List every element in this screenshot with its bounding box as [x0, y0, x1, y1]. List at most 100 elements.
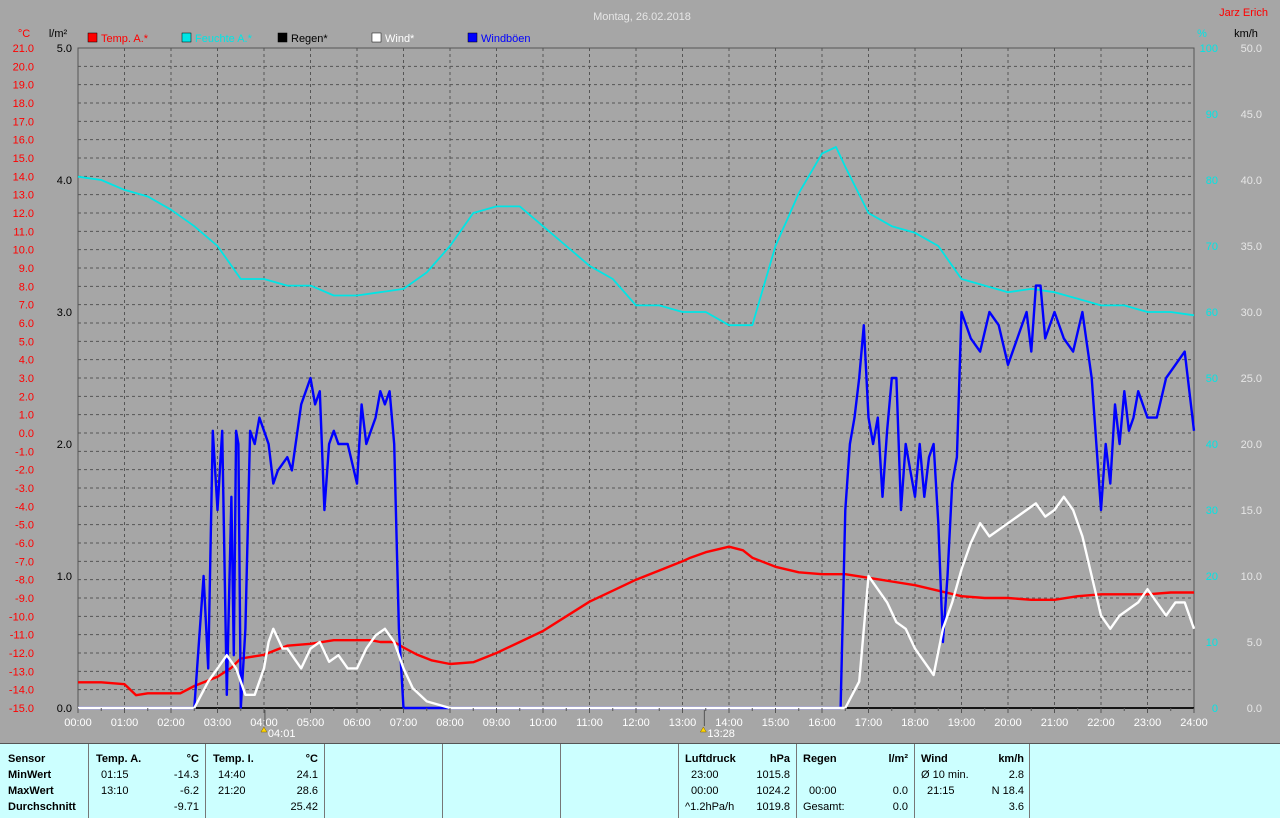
row-label-avg: Durchschnitt [8, 801, 76, 813]
x-tick-label: 24:00 [1180, 717, 1208, 729]
temp-i-min: 24.1 [296, 769, 318, 781]
rain-tick-label: 4.0 [57, 175, 72, 187]
sensor-col: Sensor MinWert MaxWert Durchschnitt [0, 744, 88, 818]
x-tick-label: 13:00 [669, 717, 697, 729]
pressure-avg: 1019.8 [756, 801, 790, 813]
temp-tick-label: 6.0 [19, 318, 34, 330]
humidity-tick-label: 10 [1206, 637, 1218, 649]
legend-swatch [87, 32, 98, 43]
wind-avg10: 2.8 [1008, 769, 1024, 781]
sensor-header: Sensor [8, 753, 46, 765]
humidity-tick-label: 30 [1206, 505, 1218, 517]
x-tick-label: 00:00 [64, 717, 92, 729]
wind-tick-label: 5.0 [1247, 637, 1262, 649]
temp-tick-label: 2.0 [19, 391, 34, 403]
rain-title: Regen [803, 753, 837, 765]
pressure-title: Luftdruck [685, 753, 736, 765]
wind-unit-label: km/h [1234, 28, 1258, 40]
temp-i-max-time: 21:20 [218, 785, 246, 797]
wind-tick-label: 40.0 [1241, 175, 1262, 187]
wind-tick-label: 10.0 [1241, 571, 1262, 583]
pressure-min: 1015.8 [756, 769, 790, 781]
temp-i-avg: 25.42 [290, 801, 318, 813]
x-tick-label: 21:00 [1041, 717, 1069, 729]
chart-title: Montag, 26.02.2018 [593, 11, 691, 23]
temp-a-avg: -9.71 [173, 801, 199, 813]
temp-tick-label: 0.0 [19, 428, 34, 440]
x-tick-label: 16:00 [808, 717, 836, 729]
x-tick-label: 12:00 [622, 717, 650, 729]
empty-col-4 [1029, 744, 1280, 818]
temp-tick-label: 16.0 [13, 135, 34, 147]
rain-total: 0.0 [892, 801, 908, 813]
temp-tick-label: 20.0 [13, 61, 34, 73]
legend-label: Feuchte A.* [195, 33, 253, 45]
temp-a-max-time: 13:10 [101, 785, 129, 797]
temp-tick-label: 19.0 [13, 80, 34, 92]
stats-table: Sensor MinWert MaxWert Durchschnitt Temp… [0, 743, 1280, 818]
wind-col: Wind km/h Ø 10 min. 2.8 21:15 N 18.4 3.6 [914, 744, 1030, 818]
author-label: Jarz Erich [1219, 7, 1268, 19]
temp-a-unit: °C [186, 753, 199, 765]
temp-a-col: Temp. A. °C 01:15 -14.3 13:10 -6.2 -9.71 [88, 744, 205, 818]
temp-tick-label: -7.0 [15, 556, 34, 568]
wind-tick-label: 15.0 [1241, 505, 1262, 517]
humidity-tick-label: 80 [1206, 175, 1218, 187]
wind-avg10-label: Ø 10 min. [921, 769, 969, 781]
temp-a-title: Temp. A. [96, 753, 142, 765]
temp-tick-label: -10.0 [9, 611, 34, 623]
rain-tick-label: 3.0 [57, 307, 72, 319]
x-tick-label: 08:00 [436, 717, 464, 729]
temp-i-min-time: 14:40 [218, 769, 246, 781]
legend-label: Temp. A.* [101, 33, 149, 45]
row-label-min: MinWert [8, 769, 52, 781]
wind-tick-label: 35.0 [1241, 241, 1262, 253]
wind-tick-label: 30.0 [1241, 307, 1262, 319]
temp-tick-label: 17.0 [13, 116, 34, 128]
wind-tick-label: 20.0 [1241, 439, 1262, 451]
rain-tick-label: 2.0 [57, 439, 72, 451]
wind-tick-label: 25.0 [1241, 373, 1262, 385]
temp-a-min-time: 01:15 [101, 769, 129, 781]
x-tick-label: 07:00 [390, 717, 418, 729]
rain-tick-label: 1.0 [57, 571, 72, 583]
wind-avg: 3.6 [1008, 801, 1024, 813]
humidity-tick-label: 60 [1206, 307, 1218, 319]
humidity-tick-label: 90 [1206, 109, 1218, 121]
temp-tick-label: 15.0 [13, 153, 34, 165]
humidity-tick-label: 50 [1206, 373, 1218, 385]
temp-tick-label: 7.0 [19, 300, 34, 312]
legend-swatch [371, 32, 382, 43]
temp-tick-label: 18.0 [13, 98, 34, 110]
humidity-tick-label: 40 [1206, 439, 1218, 451]
temp-i-col: Temp. I. °C 14:40 24.1 21:20 28.6 25.42 [205, 744, 324, 818]
x-tick-label: 02:00 [157, 717, 185, 729]
temp-tick-label: -13.0 [9, 666, 34, 678]
wind-tick-label: 45.0 [1241, 109, 1262, 121]
wind-gust: N 18.4 [991, 785, 1024, 797]
x-tick-label: 17:00 [855, 717, 883, 729]
marker-label: 04:01 [268, 728, 296, 740]
temp-tick-label: -11.0 [10, 630, 34, 642]
temp-tick-label: 1.0 [19, 410, 34, 422]
x-tick-label: 09:00 [483, 717, 511, 729]
rain-total-label: Gesamt: [803, 801, 845, 813]
pressure-max: 1024.2 [756, 785, 790, 797]
temp-tick-label: 9.0 [19, 263, 34, 275]
temp-tick-label: -6.0 [15, 538, 34, 550]
wind-tick-label: 0.0 [1247, 703, 1262, 715]
rain-unit: l/m² [888, 753, 908, 765]
temp-tick-label: 4.0 [19, 355, 34, 367]
rain-max-time: 00:00 [809, 785, 837, 797]
temp-tick-label: -4.0 [15, 501, 34, 513]
humidity-tick-label: 0 [1212, 703, 1218, 715]
temp-tick-label: -12.0 [9, 648, 34, 660]
temp-tick-label: 3.0 [19, 373, 34, 385]
wind-tick-label: 50.0 [1241, 43, 1262, 55]
temp-i-title: Temp. I. [213, 753, 254, 765]
humidity-unit-label: % [1197, 28, 1207, 40]
legend-label: Wind* [385, 33, 415, 45]
temp-i-max: 28.6 [296, 785, 318, 797]
temp-tick-label: 11.0 [13, 226, 34, 238]
x-tick-label: 18:00 [901, 717, 929, 729]
